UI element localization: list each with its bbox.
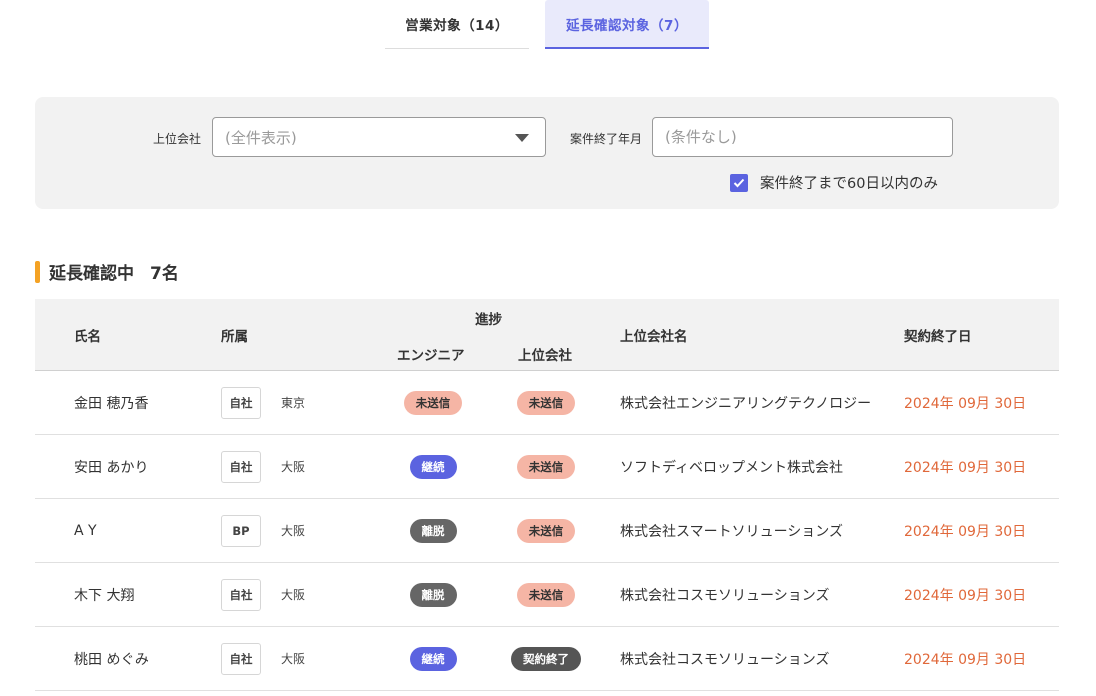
row-location: 大阪: [281, 652, 306, 666]
table-row[interactable]: A Y BP 大阪 離脱 未送信 株式会社スマートソリューションズ 2024年 …: [35, 499, 1059, 563]
upper-status-pill: 未送信: [516, 518, 576, 543]
section-accent-bar: [35, 260, 40, 283]
engineer-status-pill: 継続: [409, 454, 457, 479]
table-row[interactable]: 桃田 めぐみ 自社 大阪 継続 契約終了 株式会社コスモソリューションズ 202…: [35, 627, 1059, 691]
checkbox[interactable]: [730, 173, 748, 192]
row-end-date: 2024年 09月 30日: [904, 587, 1027, 604]
upper-status-pill: 契約終了: [511, 646, 581, 671]
section-title: 延長確認中: [49, 264, 134, 284]
filter-panel: 上位会社 (全件表示) 案件終了年月 案件終了まで60日以内のみ: [35, 97, 1059, 209]
section-count: 7名: [150, 264, 179, 284]
table-row[interactable]: 木下 大翔 自社 大阪 離脱 未送信 株式会社コスモソリューションズ 2024年…: [35, 563, 1059, 627]
row-location: 大阪: [281, 588, 306, 602]
table-header: 氏名 所属 進捗 エンジニア 上位会社 上位会社名 契約終了日: [35, 299, 1059, 371]
affiliation-badge: 自社: [221, 386, 261, 419]
row-end-date: 2024年 09月 30日: [904, 523, 1027, 540]
header-affiliation: 所属: [221, 329, 248, 345]
row-location: 大阪: [281, 524, 306, 538]
header-progress: 進捗: [475, 312, 502, 328]
table-row[interactable]: 安田 あかり 自社 大阪 継続 未送信 ソフトディベロップメント株式会社 202…: [35, 435, 1059, 499]
row-company: 株式会社エンジニアリングテクノロジー: [620, 395, 872, 412]
section-heading: 延長確認中 7名: [35, 259, 179, 284]
within-60-days-label: 案件終了まで60日以内のみ: [760, 176, 938, 192]
row-location: 大阪: [281, 460, 306, 474]
row-name: 安田 あかり: [74, 459, 149, 476]
row-end-date: 2024年 09月 30日: [904, 459, 1027, 476]
upper-status-pill: 未送信: [516, 582, 576, 607]
tab-sales-target[interactable]: 営業対象（14）: [385, 0, 529, 49]
row-name: A Y: [74, 522, 97, 539]
row-end-date: 2024年 09月 30日: [904, 651, 1027, 668]
tab-bar: 営業対象（14） 延長確認対象（7）: [385, 0, 709, 50]
row-company: 株式会社コスモソリューションズ: [620, 651, 830, 668]
end-month-label: 案件終了年月: [570, 132, 643, 146]
checkmark-icon: [733, 178, 745, 187]
upper-company-select[interactable]: (全件表示): [212, 117, 546, 157]
upper-company-select-value: (全件表示): [225, 128, 297, 147]
row-company: 株式会社コスモソリューションズ: [620, 587, 830, 604]
row-name: 桃田 めぐみ: [74, 651, 149, 668]
affiliation-badge: BP: [221, 514, 261, 547]
affiliation-badge: 自社: [221, 578, 261, 611]
header-progress-upper: 上位会社: [518, 348, 572, 364]
engineer-status-pill: 離脱: [409, 518, 457, 543]
within-60-days-toggle[interactable]: 案件終了まで60日以内のみ: [730, 172, 938, 193]
header-contract-end: 契約終了日: [904, 329, 972, 345]
row-name: 木下 大翔: [74, 587, 135, 604]
tab-spacer: [529, 0, 545, 50]
header-name: 氏名: [74, 329, 101, 345]
header-upper-company: 上位会社名: [620, 329, 688, 345]
upper-company-label: 上位会社: [153, 132, 202, 146]
end-month-input[interactable]: [652, 117, 953, 157]
row-location: 東京: [281, 396, 306, 410]
header-progress-engineer: エンジニア: [397, 348, 465, 364]
engineer-status-pill: 継続: [409, 646, 457, 671]
engineer-status-pill: 離脱: [409, 582, 457, 607]
tab-extension-target[interactable]: 延長確認対象（7）: [545, 0, 709, 49]
affiliation-badge: 自社: [221, 450, 261, 483]
engineer-status-pill: 未送信: [403, 390, 463, 415]
upper-status-pill: 未送信: [516, 454, 576, 479]
extension-table: 氏名 所属 進捗 エンジニア 上位会社 上位会社名 契約終了日 金田 穂乃香 自…: [35, 299, 1059, 691]
row-name: 金田 穂乃香: [74, 395, 149, 412]
caret-down-icon: [515, 134, 529, 142]
row-company: ソフトディベロップメント株式会社: [620, 459, 844, 476]
row-end-date: 2024年 09月 30日: [904, 395, 1027, 412]
upper-status-pill: 未送信: [516, 390, 576, 415]
affiliation-badge: 自社: [221, 642, 261, 675]
row-company: 株式会社スマートソリューションズ: [620, 523, 844, 540]
table-row[interactable]: 金田 穂乃香 自社 東京 未送信 未送信 株式会社エンジニアリングテクノロジー …: [35, 371, 1059, 435]
